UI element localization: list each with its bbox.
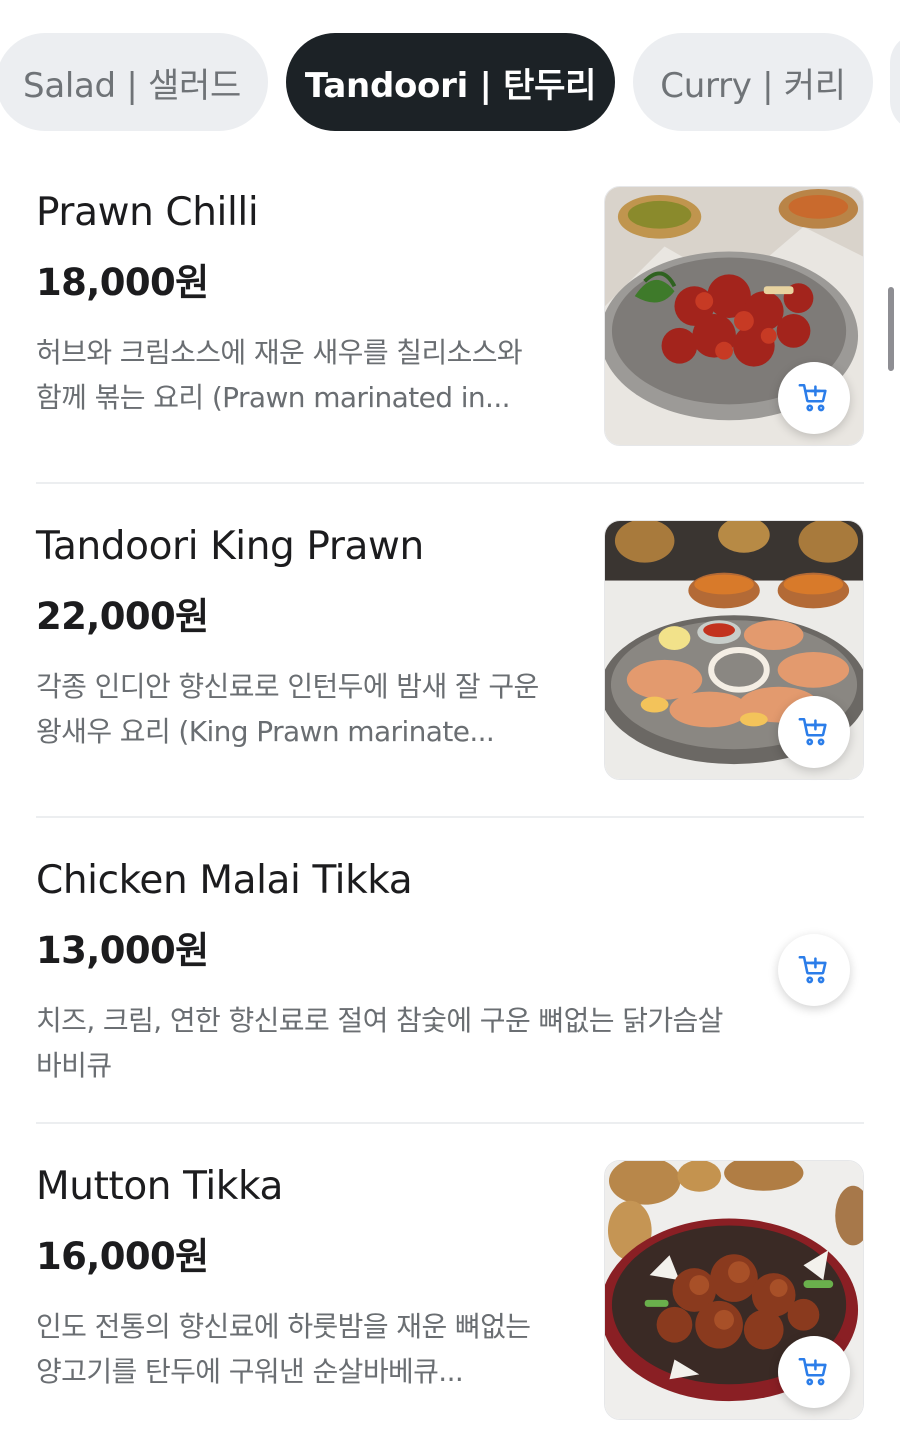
- item-price: 22,000원: [36, 595, 209, 638]
- menu-item[interactable]: Mutton Tikka 16,000원 인도 전통의 향신료에 하룻밤을 재운…: [36, 1160, 864, 1422]
- add-to-cart-icon: [798, 1357, 827, 1386]
- item-price: 13,000원: [36, 929, 209, 972]
- category-tabs: Salad | 샐러드 Tandoori | 탄두리 Curry | 커리: [0, 33, 900, 133]
- menu-item[interactable]: Chicken Malai Tikka 13,000원 치즈, 크림, 연한 향…: [36, 854, 864, 1084]
- menu-screen: Salad | 샐러드 Tandoori | 탄두리 Curry | 커리 Pr…: [0, 0, 900, 1439]
- item-description: 치즈, 크림, 연한 향신료로 절여 참숯에 구운 뼈없는 닭가슴살 바비큐: [36, 1004, 723, 1082]
- item-description: 각종 인디안 향신료로 인턴두에 밤새 잘 구운 왕새우 요리 (King Pr…: [36, 670, 539, 748]
- add-to-cart-icon: [798, 383, 827, 412]
- item-description: 인도 전통의 향신료에 하룻밤을 재운 뼈없는 양고기를 탄두에 구워낸 순살바…: [36, 1310, 531, 1388]
- add-to-cart-button[interactable]: [778, 362, 850, 434]
- item-name: Tandoori King Prawn: [36, 524, 424, 569]
- item-name: Prawn Chilli: [36, 190, 259, 235]
- scrollbar[interactable]: [888, 287, 894, 371]
- item-price: 18,000원: [36, 261, 209, 304]
- tab-salad[interactable]: Salad | 샐러드: [0, 33, 268, 131]
- divider: [36, 816, 864, 818]
- menu-item[interactable]: Tandoori King Prawn 22,000원 각종 인디안 향신료로 …: [36, 520, 864, 782]
- item-description: 허브와 크림소스에 재운 새우를 칠리소스와 함께 볶는 요리 (Prawn m…: [36, 336, 523, 414]
- add-to-cart-icon: [798, 717, 827, 746]
- add-to-cart-button[interactable]: [778, 1336, 850, 1408]
- tab-curry[interactable]: Curry | 커리: [633, 33, 873, 131]
- item-name: Chicken Malai Tikka: [36, 858, 413, 903]
- add-to-cart-button[interactable]: [778, 696, 850, 768]
- item-price: 16,000원: [36, 1235, 209, 1278]
- item-name: Mutton Tikka: [36, 1164, 283, 1209]
- menu-item[interactable]: Prawn Chilli 18,000원 허브와 크림소스에 재운 새우를 칠리…: [36, 186, 864, 448]
- add-to-cart-icon: [798, 955, 827, 984]
- divider: [36, 1122, 864, 1124]
- add-to-cart-button[interactable]: [778, 934, 850, 1006]
- tab-next-partial[interactable]: [890, 33, 900, 131]
- tab-tandoori[interactable]: Tandoori | 탄두리: [286, 33, 615, 131]
- divider: [36, 482, 864, 484]
